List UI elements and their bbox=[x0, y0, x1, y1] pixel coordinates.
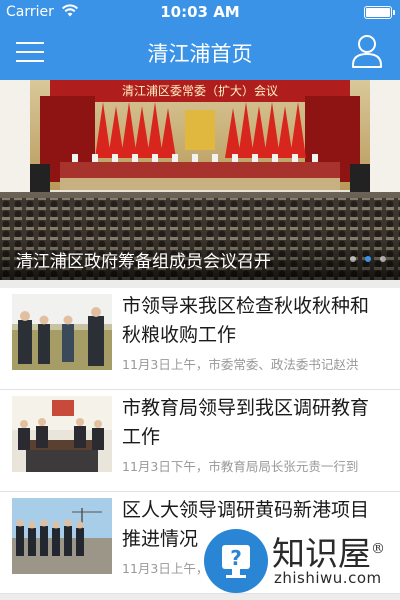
question-mark-monitor-icon: ? bbox=[204, 529, 268, 593]
svg-text:?: ? bbox=[230, 546, 242, 570]
news-thumbnail bbox=[12, 294, 112, 370]
watermark-logo: ? 知识屋® zhishiwu.com bbox=[200, 525, 400, 600]
news-summary: 11月3日上午，市委常委、政法委书记赵洪 bbox=[122, 357, 359, 372]
news-item[interactable]: 市领导来我区检查秋收秋种和秋粮收购工作 11月3日上午，市委常委、政法委书记赵洪 bbox=[0, 288, 400, 390]
watermark-brand: 知识屋® bbox=[272, 534, 385, 573]
news-thumbnail bbox=[12, 396, 112, 472]
status-bar: Carrier 10:03 AM bbox=[0, 0, 400, 24]
status-time: 10:03 AM bbox=[160, 3, 240, 21]
nav-bar: 清江浦首页 bbox=[0, 24, 400, 80]
user-profile-icon[interactable] bbox=[350, 32, 384, 70]
carousel-dot[interactable] bbox=[380, 256, 386, 262]
page-title: 清江浦首页 bbox=[147, 42, 253, 66]
news-title: 市领导来我区检查秋收秋种和秋粮收购工作 bbox=[122, 295, 370, 346]
news-thumbnail bbox=[12, 498, 112, 574]
news-summary: 11月3日下午，市教育局局长张元贵一行到 bbox=[122, 459, 359, 474]
banner-caption: 清江浦区政府筹备组成员会议召开 bbox=[16, 252, 271, 272]
battery-icon bbox=[364, 6, 395, 19]
carousel-indicator bbox=[346, 247, 386, 266]
carousel-dot-active[interactable] bbox=[364, 256, 371, 262]
banner-photo-text: 清江浦区委常委（扩大）会议 bbox=[122, 84, 278, 98]
banner-carousel[interactable]: 清江浦区委常委（扩大）会议 清江浦区政府筹备组成员会议召开 bbox=[0, 80, 400, 280]
carousel-dot[interactable] bbox=[349, 256, 356, 262]
news-title: 市教育局领导到我区调研教育工作 bbox=[122, 397, 370, 448]
news-item[interactable]: 市教育局领导到我区调研教育工作 11月3日下午，市教育局局长张元贵一行到 bbox=[0, 390, 400, 492]
watermark-url: zhishiwu.com bbox=[274, 569, 382, 587]
